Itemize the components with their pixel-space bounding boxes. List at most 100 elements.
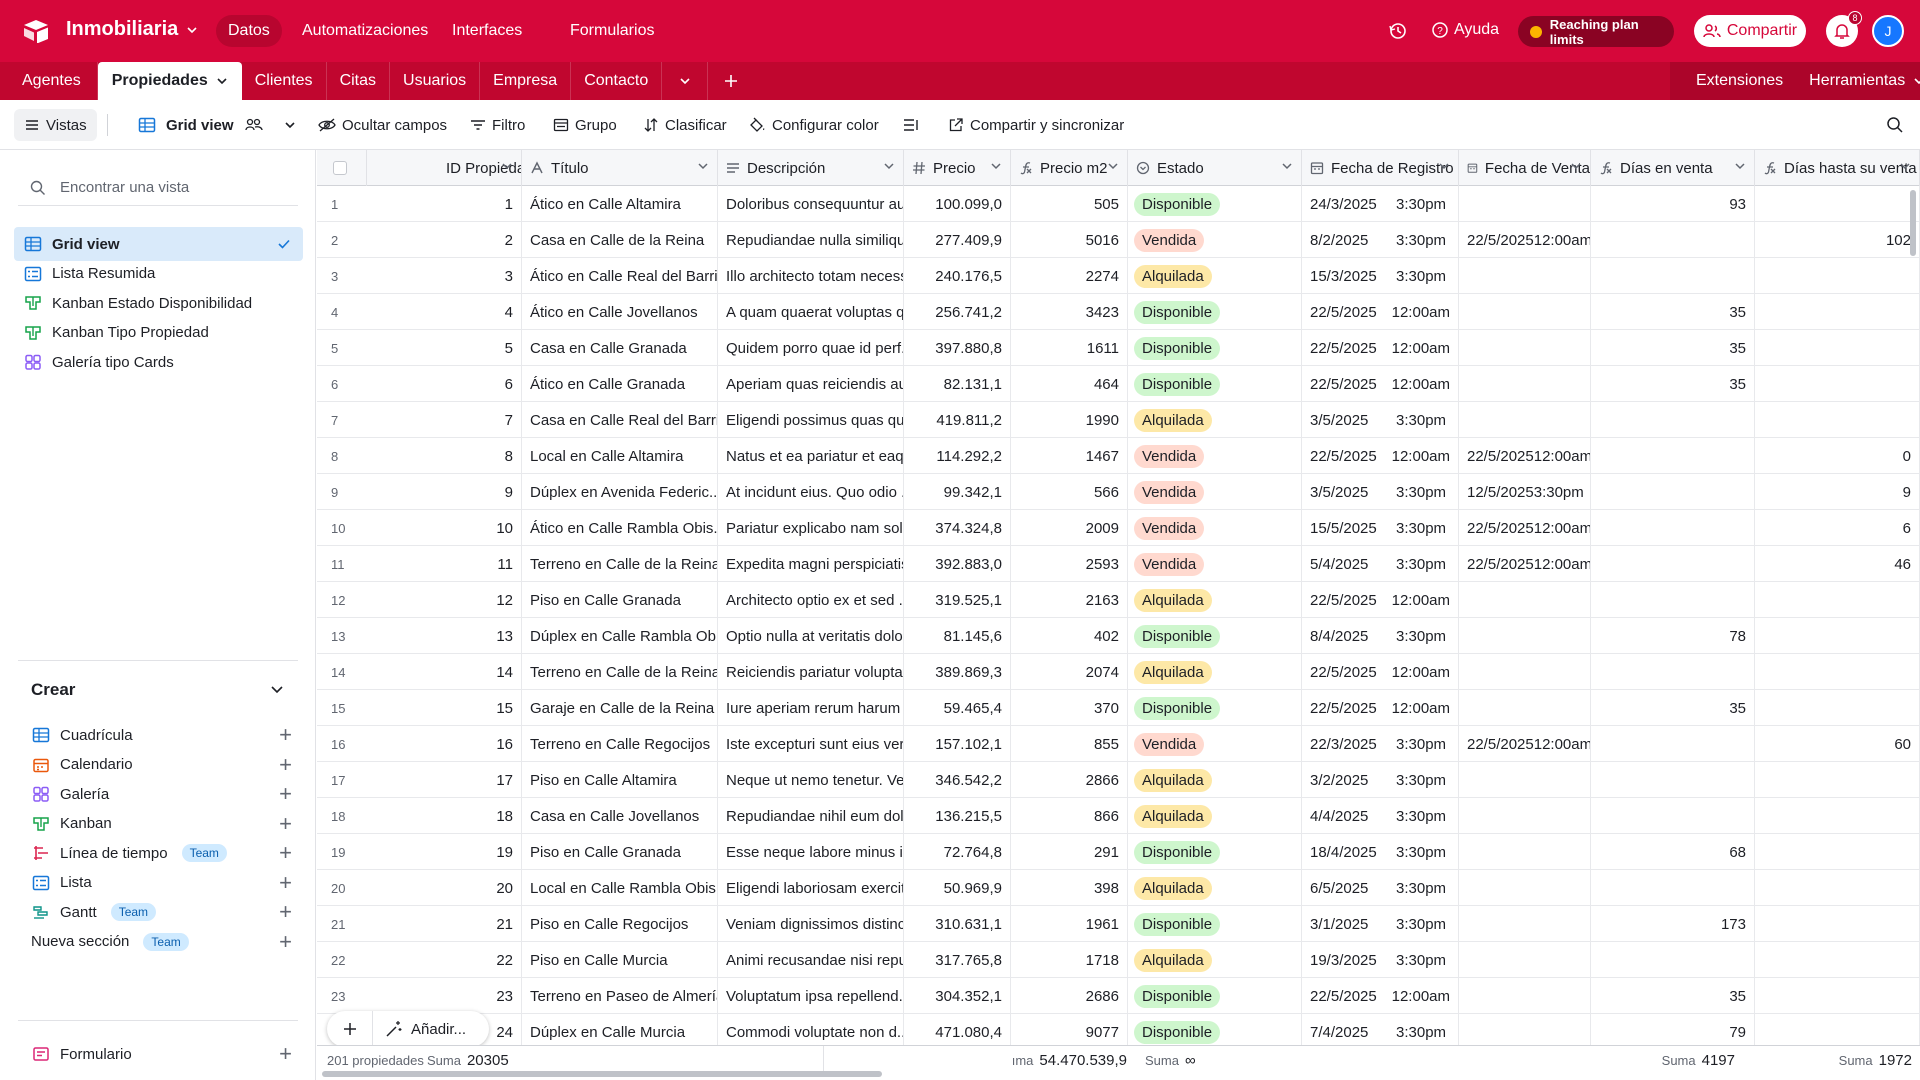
grid-cell[interactable]: 50.969,9 [904, 870, 1011, 906]
row-number-cell[interactable]: 10 [317, 510, 367, 546]
grid-cell[interactable]: 2686 [1011, 978, 1128, 1014]
column-header-descripcion[interactable]: Descripción [718, 150, 904, 186]
grid-cell[interactable] [1591, 510, 1755, 546]
grid-cell[interactable]: 21 [367, 906, 522, 942]
grid-cell[interactable]: 114.292,2 [904, 438, 1011, 474]
grid-cell[interactable]: 93 [1591, 186, 1755, 222]
grid-cell[interactable]: 419.811,2 [904, 402, 1011, 438]
grid-cell[interactable]: 22/3/2025 3:30pm [1302, 726, 1459, 762]
row-number-cell[interactable]: 15 [317, 690, 367, 726]
table-row[interactable]: 6 6 Ático en Calle Granada Aperiam quas rei… [317, 366, 1920, 402]
grid-cell[interactable]: Disponible [1128, 690, 1302, 726]
row-number-cell[interactable]: 6 [317, 366, 367, 402]
grid-cell[interactable]: 256.741,2 [904, 294, 1011, 330]
grid-cell[interactable]: Alquilada [1128, 762, 1302, 798]
grid-cell[interactable]: Voluptatum ipsa repellend... [718, 978, 904, 1014]
grid-cell[interactable] [1459, 618, 1591, 654]
row-number-cell[interactable]: 5 [317, 330, 367, 366]
grid-cell[interactable] [1591, 474, 1755, 510]
summary-price[interactable]: ıma 54.470.539,9 [823, 1046, 1135, 1074]
grid-cell[interactable] [1459, 906, 1591, 942]
grid-cell[interactable]: Alquilada [1128, 582, 1302, 618]
chevron-down-icon[interactable] [1570, 160, 1582, 172]
summary-m2[interactable]: Suma ∞ [1135, 1046, 1239, 1074]
grid-cell[interactable]: 15/5/2025 3:30pm [1302, 510, 1459, 546]
add-record-button[interactable] [327, 1011, 373, 1047]
grid-cell[interactable] [1591, 258, 1755, 294]
grid-cell[interactable]: 15 [367, 690, 522, 726]
grid-cell[interactable]: 102 [1755, 222, 1920, 258]
grid-cell[interactable]: Local en Calle Rambla Obis... [522, 870, 718, 906]
grid-cell[interactable]: 100.099,0 [904, 186, 1011, 222]
grid-cell[interactable]: 18/4/2025 3:30pm [1302, 834, 1459, 870]
grid-cell[interactable]: 2866 [1011, 762, 1128, 798]
table-row[interactable]: 1 1 Ático en Calle Altamira Doloribus conse… [317, 186, 1920, 222]
grid-cell[interactable]: Vendida [1128, 726, 1302, 762]
grid-cell[interactable]: Aperiam quas reiciendis au... [718, 366, 904, 402]
grid-cell[interactable]: Alquilada [1128, 870, 1302, 906]
table-row[interactable]: 18 18 Casa en Calle Jovellanos Repudiandae … [317, 798, 1920, 834]
grid-cell[interactable]: 82.131,1 [904, 366, 1011, 402]
grid-cell[interactable]: 8/4/2025 3:30pm [1302, 618, 1459, 654]
row-number-cell[interactable]: 2 [317, 222, 367, 258]
grid-cell[interactable]: Disponible [1128, 978, 1302, 1014]
grid-cell[interactable]: Eligendi possimus quas qu... [718, 402, 904, 438]
grid-cell[interactable] [1755, 762, 1920, 798]
grid-cell[interactable]: Veniam dignissimos distinc... [718, 906, 904, 942]
grid-cell[interactable] [1591, 402, 1755, 438]
grid-cell[interactable]: Repudiandae nulla similiqu... [718, 222, 904, 258]
grid-cell[interactable]: 319.525,1 [904, 582, 1011, 618]
grid-cell[interactable] [1459, 798, 1591, 834]
grid-cell[interactable]: 2 [367, 222, 522, 258]
grid-cell[interactable]: 99.342,1 [904, 474, 1011, 510]
chevron-down-icon[interactable] [883, 160, 895, 172]
table-row[interactable]: 19 19 Piso en Calle Granada Esse neque labo… [317, 834, 1920, 870]
grid-cell[interactable]: 2274 [1011, 258, 1128, 294]
create-calendario[interactable]: Calendario + [32, 751, 292, 779]
grid-cell[interactable]: 3/1/2025 3:30pm [1302, 906, 1459, 942]
grid-cell[interactable] [1755, 618, 1920, 654]
view-search[interactable]: Encontrar una vista [18, 170, 298, 206]
grid-cell[interactable]: 18 [367, 798, 522, 834]
grid-cell[interactable]: 1961 [1011, 906, 1128, 942]
tab-contacto[interactable]: Contacto [571, 62, 663, 100]
grid-cell[interactable] [1755, 366, 1920, 402]
grid-cell[interactable] [1591, 582, 1755, 618]
grid-cell[interactable] [1591, 222, 1755, 258]
grid-cell[interactable]: Piso en Calle Granada [522, 582, 718, 618]
grid-cell[interactable]: 20 [367, 870, 522, 906]
table-row[interactable]: 17 17 Piso en Calle Altamira Neque ut nemo … [317, 762, 1920, 798]
chevron-down-icon[interactable] [1281, 160, 1293, 172]
create-formulario[interactable]: Formulario + [32, 1040, 292, 1068]
group-button[interactable]: Grupo [553, 114, 617, 136]
grid-cell[interactable] [1591, 798, 1755, 834]
table-row[interactable]: 7 7 Casa en Calle Real del Barri... Eligend… [317, 402, 1920, 438]
grid-cell[interactable]: 22/5/2025 12:00am [1302, 366, 1459, 402]
nav-automatizaciones[interactable]: Automatizaciones [290, 15, 440, 47]
grid-cell[interactable]: Alquilada [1128, 402, 1302, 438]
grid-cell[interactable]: 35 [1591, 366, 1755, 402]
grid-cell[interactable]: Disponible [1128, 906, 1302, 942]
summary-until[interactable]: Suma 1972 [1741, 1046, 1920, 1074]
grid-cell[interactable]: 866 [1011, 798, 1128, 834]
table-row[interactable]: 3 3 Ático en Calle Real del Barri... Illo a… [317, 258, 1920, 294]
row-height-button[interactable] [903, 114, 919, 136]
plus-icon[interactable]: + [279, 871, 292, 894]
grid-cell[interactable] [1755, 834, 1920, 870]
grid-cell[interactable]: Piso en Calle Granada [522, 834, 718, 870]
grid-cell[interactable]: 3/2/2025 3:30pm [1302, 762, 1459, 798]
grid-cell[interactable]: 2593 [1011, 546, 1128, 582]
grid-cell[interactable]: 291 [1011, 834, 1128, 870]
grid-cell[interactable]: Disponible [1128, 366, 1302, 402]
column-header-fecha-de-venta[interactable]: Fecha de Venta [1459, 150, 1591, 186]
grid-cell[interactable]: 8 [367, 438, 522, 474]
grid-cell[interactable]: 12 [367, 582, 522, 618]
grid-cell[interactable]: 22/5/2025 12:00am [1459, 726, 1591, 762]
row-number-cell[interactable]: 13 [317, 618, 367, 654]
row-number-cell[interactable]: 12 [317, 582, 367, 618]
share-sync-button[interactable]: Compartir y sincronizar [948, 114, 1124, 136]
tab-propiedades[interactable]: Propiedades [97, 62, 242, 100]
grid-cell[interactable]: 13 [367, 618, 522, 654]
row-number-cell[interactable]: 1 [317, 186, 367, 222]
grid-cell[interactable]: Expedita magni perspiciatis... [718, 546, 904, 582]
